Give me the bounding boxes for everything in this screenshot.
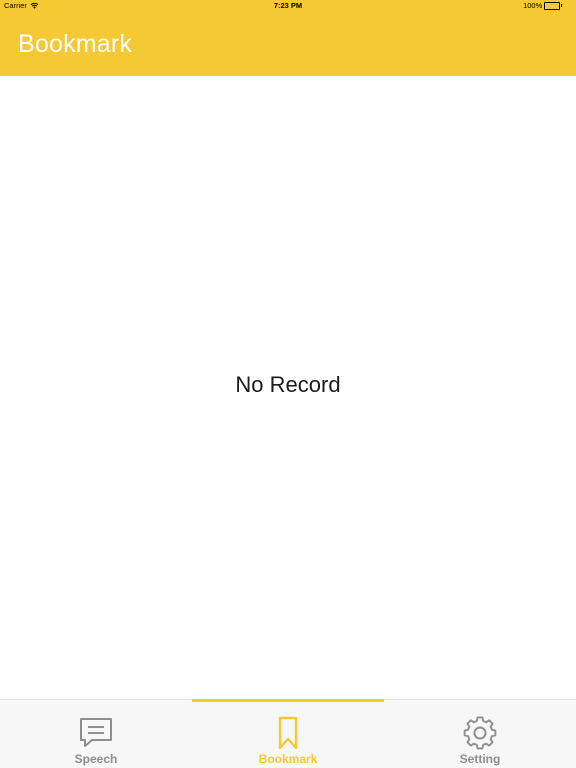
battery-percent: 100% (523, 1, 543, 10)
navigation-bar: Bookmark (0, 12, 576, 76)
speech-bubble-icon (80, 718, 112, 747)
tab-bar: Speech Bookmark Setting (0, 699, 576, 768)
page-title: Bookmark (18, 30, 133, 58)
status-right: 100% ⚡ (523, 1, 573, 10)
empty-state-message: No Record (235, 372, 341, 397)
tab-bookmark-label: Bookmark (258, 752, 318, 766)
status-time: 7:23 PM (273, 1, 303, 10)
bookmark-icon (278, 716, 298, 750)
battery-icon (544, 1, 561, 10)
tab-bookmark[interactable]: Bookmark (192, 700, 384, 768)
tab-speech[interactable]: Speech (0, 700, 192, 768)
battery-tip (560, 4, 563, 7)
bookmark-list: No Record (0, 76, 576, 699)
gear-icon (463, 716, 497, 750)
tab-setting[interactable]: Setting (384, 700, 576, 768)
tab-setting-label: Setting (459, 752, 501, 766)
charging-bolt-icon: ⚡ (564, 2, 573, 10)
tab-speech-label: Speech (74, 752, 118, 766)
status-bar: Carrier 7:23 PM 100% ⚡ (0, 0, 576, 12)
